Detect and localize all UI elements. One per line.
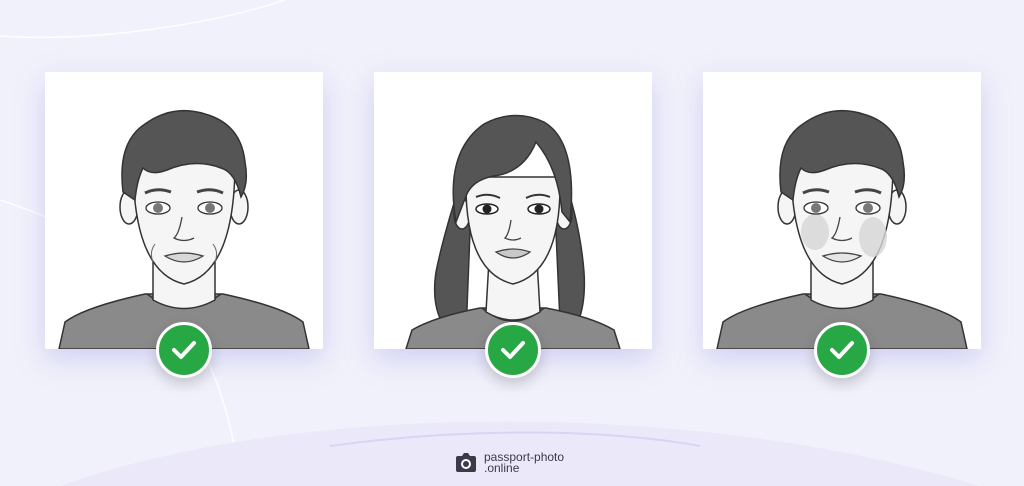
portrait-card-man <box>45 72 323 349</box>
camera-icon <box>456 453 476 472</box>
approved-badge <box>156 322 212 378</box>
brand-logo[interactable]: passport-photo .online <box>454 449 564 477</box>
man-portrait-illustration <box>58 109 310 349</box>
man-shadows-portrait-illustration <box>716 109 968 349</box>
portrait-card-woman <box>374 72 652 349</box>
portrait-card-man-shadows <box>703 72 981 349</box>
logo-line-2: .online <box>484 461 520 475</box>
checkmark-icon <box>501 341 525 359</box>
woman-portrait-illustration <box>405 114 621 349</box>
approved-badge <box>814 322 870 378</box>
checkmark-icon <box>830 341 854 359</box>
approved-badge <box>485 322 541 378</box>
logo-text: passport-photo .online <box>484 451 564 475</box>
checkmark-icon <box>172 341 196 359</box>
